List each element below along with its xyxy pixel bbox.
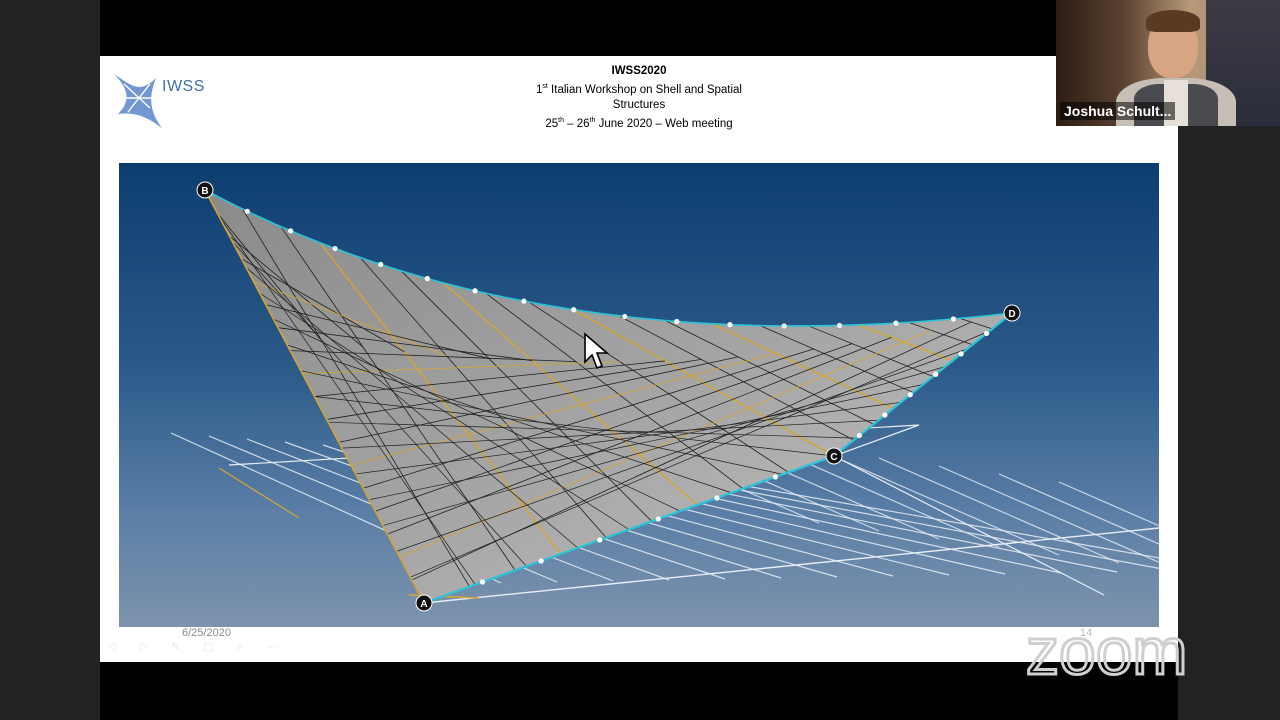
edge-node (907, 392, 913, 398)
edge-node (538, 558, 544, 564)
letterbox-top (100, 0, 1178, 56)
edge-node (856, 432, 863, 439)
edge-node (950, 316, 957, 322)
mouse-cursor-icon (584, 332, 609, 370)
edge-node (674, 318, 680, 325)
edge-node (479, 579, 486, 585)
edge-node (571, 307, 577, 313)
edge-node (472, 288, 478, 294)
edge-node (424, 275, 430, 282)
hypar-membrane-figure: A B C D (170, 181, 1159, 612)
slide-subtitle-line: 1st Italian Workshop on Shell and Spatia… (100, 79, 1178, 98)
edge-node (655, 516, 661, 522)
support-label: A (420, 599, 427, 610)
ground-line (938, 465, 1159, 563)
edge-node (781, 323, 787, 329)
ground-line (998, 473, 1159, 545)
edge-node (958, 351, 964, 357)
ground-line (1058, 481, 1159, 527)
slide-subtitle-line-2: Structures (612, 98, 666, 111)
participant-video-tile[interactable]: Joshua Schult... (1056, 0, 1280, 126)
edge-node (882, 412, 888, 418)
slide-date-line: 25th – 26th June 2020 – Web meeting (100, 113, 1178, 132)
zoom-watermark: zoom (1026, 618, 1189, 688)
participant-hair (1146, 10, 1200, 32)
membrane-surface (203, 188, 1014, 604)
edge-node (727, 322, 733, 328)
presentation-slide: IWSS IWSS2020 1st Italian Workshop on Sh… (100, 56, 1178, 662)
edge-node (933, 371, 939, 377)
screen-share-window: IWSS IWSS2020 1st Italian Workshop on Sh… (0, 0, 1280, 720)
date-end-day: – 26 (563, 117, 590, 130)
edge-node (836, 322, 843, 329)
letterbox-bottom (100, 662, 1178, 720)
support-label: B (201, 186, 208, 197)
edge-node (332, 245, 338, 252)
date-start-day: 25 (545, 117, 559, 130)
ground-line (833, 455, 1105, 596)
tensile-structure-render: A B C D (119, 163, 1159, 627)
ground-shadow-line (218, 467, 300, 519)
edge-node (714, 495, 720, 501)
edge-node (772, 474, 779, 480)
date-rest: June 2020 – Web meeting (595, 117, 733, 130)
edge-node (288, 228, 294, 234)
slide-date: 6/25/2020 (182, 627, 231, 639)
workshop-name: Italian Workshop on Shell and Spatial (547, 83, 742, 96)
slide-header: IWSS2020 1st Italian Workshop on Shell a… (100, 64, 1178, 132)
slide-title: IWSS2020 (611, 65, 667, 77)
support-label: C (830, 452, 837, 463)
edge-node (622, 313, 628, 320)
edge-node (893, 320, 899, 326)
edge-node (378, 261, 384, 268)
edge-node (244, 208, 250, 214)
zoom-watermark-text: zoom (1026, 618, 1187, 688)
edge-node (983, 330, 990, 337)
participant-name-label: Joshua Schult... (1060, 102, 1176, 120)
edge-node (521, 298, 527, 304)
slide-toolbar-ghost[interactable]: ◁ ▷ ✎ ▢ ⌕ ⋯ (108, 640, 287, 654)
support-label: D (1008, 309, 1015, 320)
edge-node (597, 537, 603, 543)
